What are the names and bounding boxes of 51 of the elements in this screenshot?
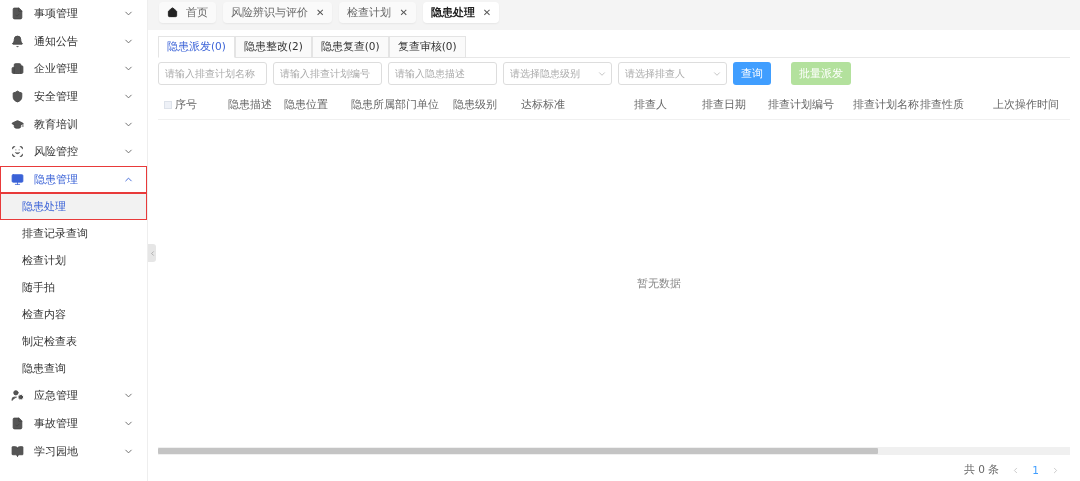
close-button[interactable]: ✕ — [399, 7, 408, 18]
page-tab[interactable]: 隐患处理 ✕ — [422, 2, 500, 23]
home-icon — [167, 7, 178, 18]
sidebar-group[interactable]: 安全管理 — [0, 82, 147, 111]
face-scan-icon — [11, 145, 24, 159]
sidebar-group[interactable]: 事项管理 — [0, 0, 147, 28]
select-all-checkbox[interactable] — [164, 100, 172, 109]
document-icon — [11, 7, 24, 21]
sidebar-item[interactable]: 隐患处理 — [0, 193, 147, 221]
total-count: 共 0 条 — [963, 463, 1000, 477]
building-icon — [11, 62, 24, 76]
column-header: 隐患所属部门单位 — [351, 97, 440, 112]
column-header: 达标标准 — [521, 97, 566, 112]
page-tab[interactable]: 首页 — [159, 2, 216, 23]
sidebar-group[interactable]: 企业管理 — [0, 55, 147, 83]
column-header: 排查计划名称 — [853, 97, 920, 112]
sub-tab[interactable]: 隐患复查(0) — [311, 36, 389, 58]
monitor-icon — [11, 172, 24, 186]
sub-tab[interactable]: 隐患整改(2) — [234, 36, 312, 58]
sidebar-group[interactable]: 教育培训 — [0, 110, 147, 138]
column-header: 排查性质 — [920, 97, 965, 112]
column-header: 隐患位置 — [284, 97, 329, 112]
sub-tab[interactable]: 复查审核(0) — [388, 36, 466, 58]
user-icon — [11, 389, 24, 403]
shield-icon — [11, 90, 24, 104]
horizontal-scrollbar[interactable] — [158, 447, 1070, 455]
sub-tab[interactable]: 隐患派发(0) — [158, 36, 235, 58]
page-tab[interactable]: 检查计划 ✕ — [339, 2, 416, 23]
sidebar-group[interactable]: 事故管理 — [0, 409, 147, 438]
book-icon — [11, 444, 24, 458]
sidebar-group[interactable]: 隐患管理 — [0, 165, 147, 194]
close-button[interactable]: ✕ — [482, 7, 492, 18]
sidebar-group[interactable]: 学习园地 — [0, 437, 147, 465]
column-header: 排查日期 — [702, 97, 747, 112]
sidebar-group[interactable]: 通知公告 — [0, 27, 147, 56]
column-header: 隐患级别 — [453, 97, 498, 112]
column-header: 排查计划编号 — [768, 97, 835, 112]
graduation-cap-icon — [11, 117, 24, 131]
column-header: 排查人 — [634, 97, 668, 112]
sidebar-group[interactable]: 风险管控 — [0, 137, 147, 166]
next-page-icon[interactable] — [1051, 465, 1060, 475]
close-button[interactable]: ✕ — [316, 7, 325, 18]
sidebar-group[interactable]: 应急管理 — [0, 382, 147, 410]
empty-text: 暂无数据 — [637, 276, 681, 291]
document-icon — [11, 417, 24, 431]
column-header: 隐患描述 — [228, 97, 273, 112]
bell-icon — [11, 34, 24, 48]
collapse-handle[interactable] — [148, 244, 156, 262]
page-tab[interactable]: 风险辨识与评价 ✕ — [223, 2, 333, 23]
column-header: 序号 — [175, 97, 198, 112]
column-header: 上次操作时间 — [993, 97, 1060, 112]
